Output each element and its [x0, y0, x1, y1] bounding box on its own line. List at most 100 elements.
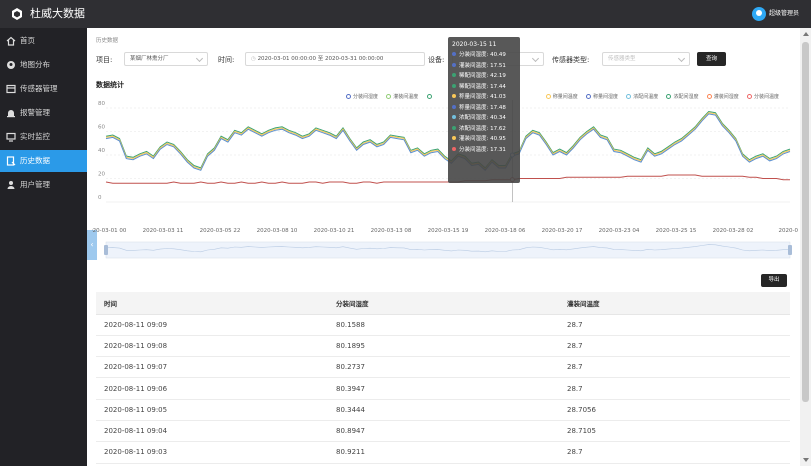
- table-cell: 80.9211: [328, 441, 559, 464]
- page-scrollbar[interactable]: [800, 28, 811, 466]
- table-cell: 28.7056: [559, 399, 790, 421]
- table-cell: 2020-08-11 09:08: [96, 335, 328, 358]
- section-title: 数据统计: [96, 81, 124, 89]
- x-tick-label: 2020-03-15 19: [428, 228, 469, 234]
- avatar[interactable]: [752, 7, 766, 21]
- legend-marker: [626, 94, 632, 99]
- table-row: 2020-08-11 09:03 80.9211 28.7: [96, 441, 790, 464]
- legend-marker: [386, 94, 392, 99]
- column-header-temperature[interactable]: 灌装间温度: [559, 292, 790, 315]
- sidebar-item-monitor[interactable]: 实时监控: [0, 126, 87, 148]
- column-header-humidity[interactable]: 分装间湿度: [328, 292, 559, 315]
- sidebar-item-label: 传感器管理: [20, 84, 58, 93]
- legend-marker: [706, 94, 712, 99]
- table-cell: 2020-08-11 09:05: [96, 399, 328, 421]
- user-icon: [7, 181, 15, 189]
- scroll-up-icon[interactable]: [803, 32, 809, 36]
- home-icon: [6, 36, 16, 46]
- sensor-type-select[interactable]: 传感器类型: [602, 52, 690, 66]
- table-row: 2020-08-11 09:07 80.2737 28.7: [96, 356, 790, 379]
- export-button[interactable]: 导出: [761, 274, 787, 287]
- tooltip-row: 浓配间温度: 17.62: [452, 124, 516, 135]
- sensor-type-label: 传感器类型:: [552, 56, 590, 64]
- table-cell: 28.7: [559, 441, 790, 464]
- x-tick-label: 2020-03-08 10: [257, 228, 298, 234]
- table-cell: 28.7: [559, 377, 790, 400]
- sidebar-item-label: 地图分布: [20, 60, 50, 69]
- table-cell: 80.2737: [328, 356, 559, 379]
- x-tick-label: 2020-03-10 21: [314, 228, 355, 234]
- scroll-down-icon[interactable]: [803, 458, 809, 462]
- table-cell: 2020-08-11 09:04: [96, 420, 328, 443]
- table-cell: 80.3947: [328, 377, 559, 400]
- table-cell: 28.7105: [559, 420, 790, 443]
- query-button[interactable]: 查询: [697, 52, 726, 66]
- sidebar-item-map[interactable]: 地图分布: [0, 54, 87, 76]
- x-tick-label: 2020-03-18 06: [485, 228, 526, 234]
- history-table: 时间 分装间湿度 灌装间温度 2020-08-11 09:09 80.1588 28…: [96, 292, 790, 464]
- user-name[interactable]: 超级管理员: [769, 10, 799, 18]
- chevron-down-icon: [677, 54, 686, 63]
- sidebar-item-users[interactable]: 用户管理: [0, 174, 87, 196]
- table-cell: 2020-08-11 09:09: [96, 314, 328, 336]
- tooltip-row: 稀配间湿度: 42.19: [452, 71, 516, 82]
- monitor-icon: [6, 132, 16, 142]
- top-bar: 杜威大数据 超级管理员: [0, 0, 811, 28]
- project-select[interactable]: 某烟厂林熏分厂: [124, 52, 208, 66]
- sensor-icon: [6, 84, 16, 94]
- sidebar-item-sensors[interactable]: 传感器管理: [0, 78, 87, 100]
- tooltip-row: 浓配间湿度: 40.34: [452, 113, 516, 124]
- table-cell: 28.7: [559, 314, 790, 336]
- x-tick-label: 2020-03-13 08: [371, 228, 412, 234]
- app-title: 杜威大数据: [30, 7, 85, 20]
- legend-marker: [545, 94, 551, 99]
- time-label: 时间:: [218, 56, 235, 64]
- logo-icon: [12, 8, 22, 20]
- x-tick-label: 2020-03-05 22: [200, 228, 241, 234]
- table-cell: 80.3444: [328, 399, 559, 421]
- time-range-picker[interactable]: ◷ 2020-03-01 00:00:00 至 2020-03-31 00:00…: [245, 52, 425, 66]
- table-cell: 2020-08-11 09:06: [96, 377, 328, 400]
- zoom-handle-left: [104, 245, 108, 255]
- line-chart[interactable]: 0 20 40 60 80 2020-03-01 00 2020-03-03 11 2020-…: [92, 100, 798, 270]
- sidebar-item-label: 历史数据: [20, 156, 50, 165]
- time-end-value: 2020-03-31 00:00:00: [325, 56, 384, 62]
- legend-marker: [585, 94, 591, 99]
- time-start-value: 2020-03-01 00:00:00: [257, 56, 316, 62]
- clock-icon: ◷: [251, 56, 256, 62]
- table-cell: 28.7: [559, 356, 790, 379]
- tooltip-title: 2020-03-15 11: [452, 41, 497, 48]
- sidebar-item-label: 用户管理: [20, 180, 50, 189]
- table-cell: 80.1895: [328, 335, 559, 358]
- column-header-time[interactable]: 时间: [96, 292, 328, 315]
- x-tick-label: 2020-03-20 17: [542, 228, 583, 234]
- sidebar-item-label: 报警管理: [20, 108, 50, 117]
- y-tick-label: 20: [98, 172, 105, 178]
- zoom-handle-right: [788, 245, 792, 255]
- device-label: 设备:: [428, 56, 445, 64]
- tooltip-row: 灌装间温度: 17.51: [452, 61, 516, 72]
- alarm-icon: [7, 110, 15, 118]
- table-row: 2020-08-11 09:05 80.3444 28.7056: [96, 399, 790, 421]
- table-header-row: 时间 分装间湿度 灌装间温度: [96, 292, 790, 315]
- y-tick-label: 80: [98, 101, 105, 107]
- table-row: 2020-08-11 09:08 80.1895 28.7: [96, 335, 790, 358]
- x-tick-label: 2020-03: [779, 228, 798, 234]
- x-tick-label: 2020-03-28 02: [713, 228, 754, 234]
- table-row: 2020-08-11 09:06 80.3947 28.7: [96, 377, 790, 400]
- scroll-thumb[interactable]: [802, 42, 809, 402]
- legend-marker: [746, 94, 752, 99]
- project-select-value: 某烟厂林熏分厂: [130, 56, 169, 62]
- table-cell: 2020-08-11 09:07: [96, 356, 328, 379]
- y-tick-label: 0: [98, 195, 102, 201]
- table-cell: 2020-08-11 09:03: [96, 441, 328, 464]
- chevron-down-icon: [531, 54, 540, 63]
- sidebar-item-history[interactable]: 历史数据: [0, 150, 87, 172]
- sidebar-item-alarms[interactable]: 报警管理: [0, 102, 87, 124]
- tooltip-row: 称量间湿度: 41.03: [452, 92, 516, 103]
- table-cell: 80.1588: [328, 314, 559, 336]
- map-pin-icon: [7, 61, 15, 69]
- table-cell: 80.8947: [328, 420, 559, 443]
- chart-tooltip: 2020-03-15 11 分装间湿度: 40.49 灌装间温度: 17.51 …: [448, 37, 520, 183]
- sidebar-item-home[interactable]: 首页: [0, 30, 87, 52]
